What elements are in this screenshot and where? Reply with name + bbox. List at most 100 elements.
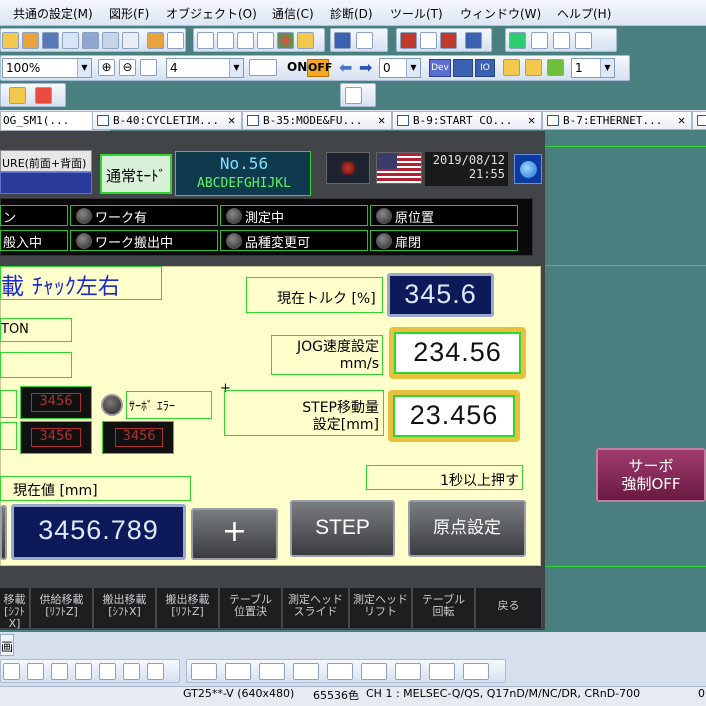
check-icon[interactable] — [167, 32, 184, 49]
menu-object[interactable]: オブジェクト(O) — [166, 5, 257, 22]
line-style-icon[interactable] — [191, 663, 217, 680]
menu-figure[interactable]: 図形(F) — [109, 5, 149, 22]
text-style-icon[interactable] — [463, 663, 489, 680]
fkey-head-lift[interactable]: 測定ヘッド リフト — [350, 588, 412, 628]
fkey-transfer-x[interactable]: 移載 [ｼﾌﾄX] — [0, 588, 30, 630]
on-state-button[interactable]: ON — [287, 60, 307, 74]
line-width-icon[interactable] — [225, 663, 251, 680]
origin-set-button[interactable]: 原点設定 — [408, 500, 526, 557]
fkey-unload-shift[interactable]: 搬出移載 [ｼﾌﾄX] — [94, 588, 156, 628]
write-icon[interactable] — [400, 32, 417, 49]
device-list-icon[interactable] — [334, 32, 351, 49]
close-icon[interactable]: ✕ — [678, 113, 685, 127]
start-icon[interactable] — [509, 32, 526, 49]
bottom-tab[interactable]: 画 — [0, 634, 14, 656]
window-icon[interactable] — [257, 32, 274, 49]
zoom-in-icon[interactable]: ⊕ — [98, 59, 115, 76]
preview-icon[interactable] — [62, 32, 79, 49]
save-icon[interactable] — [42, 32, 59, 49]
paste-icon[interactable] — [147, 32, 164, 49]
fkey-unload-lift[interactable]: 搬出移載 [ﾘﾌﾄZ] — [157, 588, 219, 628]
align-right-icon[interactable] — [51, 663, 68, 680]
simulator-icon[interactable] — [465, 32, 482, 49]
open-icon[interactable] — [22, 32, 39, 49]
text-color-icon[interactable] — [395, 663, 421, 680]
off-state-button[interactable]: OFF — [307, 59, 332, 77]
align-left-icon[interactable] — [3, 663, 20, 680]
screen-image-icon[interactable] — [35, 87, 52, 104]
close-icon[interactable]: ✕ — [528, 113, 535, 127]
normal-mode-button[interactable]: 通常ﾓｰﾄﾞ — [100, 154, 172, 194]
grid-select[interactable]: 4 ▼ — [166, 58, 244, 78]
background-color-icon[interactable] — [361, 663, 387, 680]
property-icon[interactable] — [575, 32, 592, 49]
arrow-right-icon[interactable]: ➡ — [359, 58, 372, 77]
line-color-icon[interactable] — [259, 663, 285, 680]
language-flag-button[interactable] — [376, 152, 422, 184]
device-display-button[interactable]: Dev — [429, 59, 451, 77]
fkey-head-slide[interactable]: 測定ヘッド スライド — [283, 588, 349, 628]
frame-icon[interactable] — [237, 32, 254, 49]
close-icon[interactable]: ✕ — [228, 113, 235, 127]
fit-icon[interactable] — [140, 59, 157, 76]
zoom-select[interactable]: 100% ▼ — [2, 58, 92, 78]
data-display-icon[interactable] — [453, 59, 473, 77]
align-middle-icon[interactable] — [99, 663, 116, 680]
tab-b9[interactable]: B-9:START CO... ✕ — [392, 111, 542, 130]
minus-button[interactable] — [0, 505, 7, 560]
tab-b35[interactable]: B-35:MODE&FU... ✕ — [242, 111, 392, 130]
align-top-icon[interactable] — [75, 663, 92, 680]
page-select[interactable]: 1 ▼ — [571, 58, 615, 78]
arrow-left-icon[interactable]: ⬅ — [339, 58, 352, 77]
text-list-icon[interactable] — [356, 32, 373, 49]
zoom-out-icon[interactable]: ⊖ — [119, 59, 136, 76]
new-icon[interactable] — [2, 32, 19, 49]
search-icon[interactable] — [531, 32, 548, 49]
library-icon[interactable] — [297, 32, 314, 49]
fkey-line2: [ｼﾌﾄX] — [108, 605, 141, 618]
layer-select[interactable]: 0 ▼ — [379, 58, 421, 78]
jog-speed-input[interactable]: 234.56 — [389, 327, 526, 379]
tab-overflow[interactable] — [692, 111, 706, 130]
io-display-button[interactable]: IO — [475, 59, 495, 77]
servo-force-off-button[interactable]: サーボ 強制OFF — [596, 448, 706, 502]
palette-icon[interactable] — [277, 32, 294, 49]
ungroup-icon[interactable] — [217, 32, 234, 49]
menu-common-settings[interactable]: 共通の設定(M) — [13, 5, 93, 22]
station-icon[interactable] — [9, 87, 26, 104]
screen-list-icon[interactable] — [345, 87, 362, 104]
verify-icon[interactable] — [440, 32, 457, 49]
menu-tools[interactable]: ツール(T) — [390, 5, 443, 22]
tab-b7[interactable]: B-7:ETHERNET... ✕ — [542, 111, 692, 130]
grid-style-icon[interactable] — [249, 59, 277, 76]
fkey-supply-lift[interactable]: 供給移載 [ﾘﾌﾄZ] — [31, 588, 93, 628]
fill-pattern-icon[interactable] — [293, 663, 319, 680]
menu-diagnosis[interactable]: 診断(D) — [330, 5, 373, 22]
replace-icon[interactable] — [553, 32, 570, 49]
globe-button[interactable] — [514, 154, 542, 184]
layer-both-icon[interactable] — [547, 59, 564, 76]
text-size-icon[interactable] — [429, 663, 455, 680]
menu-window[interactable]: ウィンドウ(W) — [460, 5, 541, 22]
layer-back-icon[interactable] — [525, 59, 542, 76]
plus-button[interactable]: + — [191, 508, 278, 560]
print-icon[interactable] — [82, 32, 99, 49]
tab-b40[interactable]: B-40:CYCLETIM... ✕ — [92, 111, 242, 130]
step-amount-input[interactable]: 23.456 — [388, 390, 520, 442]
fkey-back[interactable]: 戻る — [476, 588, 542, 628]
read-icon[interactable] — [420, 32, 437, 49]
close-icon[interactable]: ✕ — [378, 113, 385, 127]
align-bottom-icon[interactable] — [123, 663, 140, 680]
cut-icon[interactable] — [102, 32, 119, 49]
distribute-icon[interactable] — [147, 663, 164, 680]
step-button[interactable]: STEP — [290, 500, 395, 557]
layer-front-icon[interactable] — [503, 59, 520, 76]
menu-communication[interactable]: 通信(C) — [272, 5, 314, 22]
copy-icon[interactable] — [122, 32, 139, 49]
fkey-table-rotate[interactable]: テーブル 回転 — [413, 588, 475, 628]
fkey-table-position[interactable]: テーブル 位置決 — [220, 588, 282, 628]
menu-help[interactable]: ヘルプ(H) — [557, 5, 611, 22]
align-center-icon[interactable] — [27, 663, 44, 680]
group-icon[interactable] — [197, 32, 214, 49]
fill-color-icon[interactable] — [327, 663, 353, 680]
